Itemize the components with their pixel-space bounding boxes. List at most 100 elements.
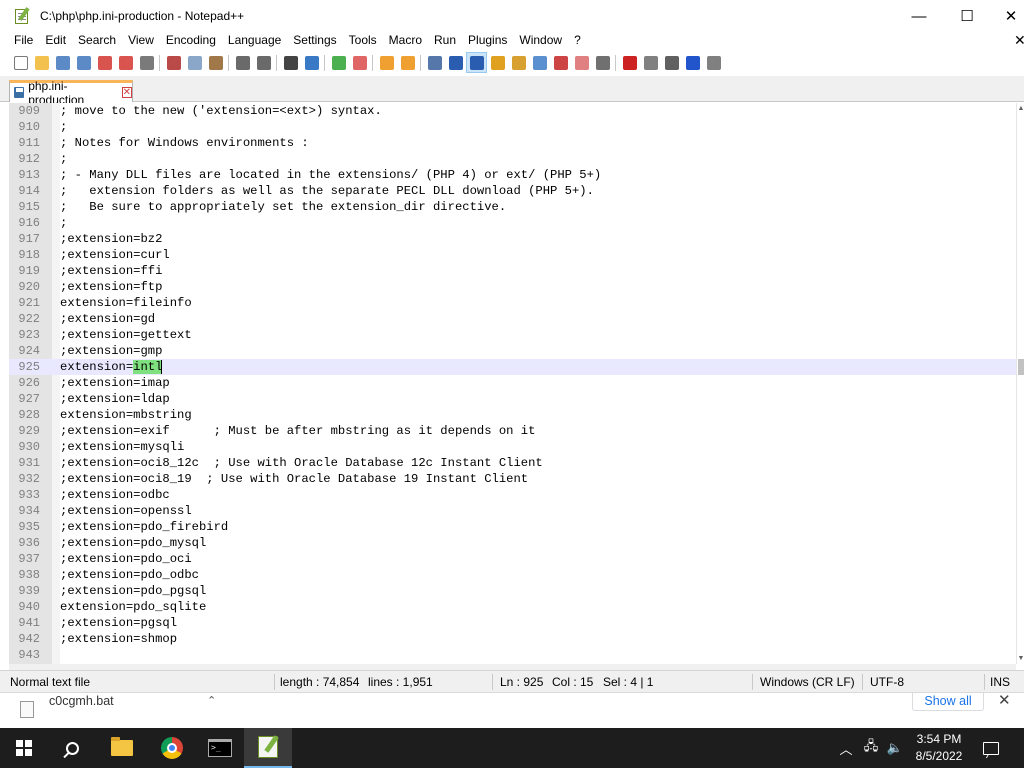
close-button[interactable]: ✕: [988, 0, 1024, 32]
editor-line[interactable]: 927 ;extension=ldap: [9, 391, 1016, 407]
network-icon[interactable]: 🖧: [860, 728, 882, 768]
editor-line[interactable]: 931 ;extension=oci8_12c ; Use with Oracle…: [9, 455, 1016, 471]
menu-plugins[interactable]: Plugins: [462, 31, 513, 50]
editor-line[interactable]: 930 ;extension=mysqli: [9, 439, 1016, 455]
editor-line[interactable]: 924 ;extension=gmp: [9, 343, 1016, 359]
editor-line[interactable]: 914 ; extension folders as well as the se…: [9, 183, 1016, 199]
menu-settings[interactable]: Settings: [287, 31, 342, 50]
editor-line[interactable]: 937 ;extension=pdo_oci: [9, 551, 1016, 567]
folder-as-workspace-button[interactable]: [571, 52, 592, 73]
menu-macro[interactable]: Macro: [383, 31, 428, 50]
clock[interactable]: 3:54 PM 8/5/2022: [908, 728, 970, 768]
save-all-button[interactable]: [73, 52, 94, 73]
menu-help[interactable]: ?: [568, 31, 587, 50]
indent-guide-button[interactable]: [466, 52, 487, 73]
word-wrap-button[interactable]: [424, 52, 445, 73]
editor-line[interactable]: 928 extension=mbstring: [9, 407, 1016, 423]
editor-line[interactable]: 938 ;extension=pdo_odbc: [9, 567, 1016, 583]
stop-macro-button[interactable]: [640, 52, 661, 73]
chevron-up-icon[interactable]: ⌃: [207, 693, 216, 709]
taskbar-file-explorer[interactable]: [98, 728, 146, 768]
paste-button[interactable]: [205, 52, 226, 73]
show-hidden-icons-button[interactable]: ︿: [836, 728, 856, 768]
close-file-button[interactable]: [94, 52, 115, 73]
play-multiple-macro-button[interactable]: [682, 52, 703, 73]
download-item-name[interactable]: c0cgmh.bat: [49, 693, 114, 709]
editor-line[interactable]: 910;: [9, 119, 1016, 135]
taskbar-chrome[interactable]: [148, 728, 196, 768]
text-editor[interactable]: 909 ; move to the new ('extension=<ext>) …: [9, 103, 1016, 664]
doc-list-button[interactable]: [529, 52, 550, 73]
replace-button[interactable]: [301, 52, 322, 73]
show-all-button[interactable]: Show all: [912, 693, 984, 711]
current-line[interactable]: 925 extension=intl: [9, 359, 1016, 375]
close-document-button[interactable]: ✕: [1014, 31, 1024, 50]
editor-line[interactable]: 941 ;extension=pgsql: [9, 615, 1016, 631]
editor-line[interactable]: 932 ;extension=oci8_19 ; Use with Oracle …: [9, 471, 1016, 487]
editor-line[interactable]: 929 ;extension=exif ; Must be after mbstr…: [9, 423, 1016, 439]
editor-line[interactable]: 942 ;extension=shmop: [9, 631, 1016, 647]
zoom-in-button[interactable]: [328, 52, 349, 73]
menu-tools[interactable]: Tools: [343, 31, 383, 50]
doc-map-button[interactable]: [508, 52, 529, 73]
scrollbar-thumb[interactable]: [1018, 359, 1024, 375]
menu-run[interactable]: Run: [428, 31, 462, 50]
menu-search[interactable]: Search: [72, 31, 122, 50]
user-defined-lang-button[interactable]: [487, 52, 508, 73]
sync-horizontal-button[interactable]: [397, 52, 418, 73]
close-all-button[interactable]: [115, 52, 136, 73]
redo-button[interactable]: [253, 52, 274, 73]
editor-line[interactable]: 918 ;extension=curl: [9, 247, 1016, 263]
editor-line[interactable]: 915 ; Be sure to appropriately set the ex…: [9, 199, 1016, 215]
editor-line[interactable]: 916;: [9, 215, 1016, 231]
open-file-button[interactable]: [31, 52, 52, 73]
taskbar-command-prompt[interactable]: >_: [196, 728, 244, 768]
editor-line[interactable]: 940 extension=pdo_sqlite: [9, 599, 1016, 615]
editor-line[interactable]: 933 ;extension=odbc: [9, 487, 1016, 503]
editor-line[interactable]: 939 ;extension=pdo_pgsql: [9, 583, 1016, 599]
editor-line[interactable]: 922 ;extension=gd: [9, 311, 1016, 327]
status-insert-mode[interactable]: INS: [990, 671, 1010, 693]
function-list-button[interactable]: [550, 52, 571, 73]
editor-line[interactable]: 935 ;extension=pdo_firebird: [9, 519, 1016, 535]
scroll-down-icon[interactable]: ▼: [1017, 655, 1024, 662]
editor-line[interactable]: 943: [9, 647, 1016, 663]
menu-language[interactable]: Language: [222, 31, 287, 50]
minimize-button[interactable]: —: [896, 0, 942, 32]
editor-line[interactable]: 921 extension=fileinfo: [9, 295, 1016, 311]
menu-file[interactable]: File: [8, 31, 39, 50]
print-button[interactable]: [136, 52, 157, 73]
editor-line[interactable]: 936 ;extension=pdo_mysql: [9, 535, 1016, 551]
vertical-scrollbar[interactable]: ▲ ▼: [1016, 103, 1024, 664]
menu-encoding[interactable]: Encoding: [160, 31, 222, 50]
notification-center-button[interactable]: [980, 728, 1002, 768]
editor-line[interactable]: 911 ; Notes for Windows environments :: [9, 135, 1016, 151]
status-encoding[interactable]: UTF-8: [870, 671, 904, 693]
start-button[interactable]: [0, 728, 48, 768]
tab-php-ini-production[interactable]: php.ini-production ✕: [9, 79, 133, 107]
editor-line[interactable]: 913 ; - Many DLL files are located in the…: [9, 167, 1016, 183]
save-macro-button[interactable]: [703, 52, 724, 73]
editor-line[interactable]: 909 ; move to the new ('extension=<ext>) …: [9, 103, 1016, 119]
scroll-up-icon[interactable]: ▲: [1017, 105, 1024, 112]
status-eol[interactable]: Windows (CR LF): [760, 671, 855, 693]
editor-line[interactable]: 919 ;extension=ffi: [9, 263, 1016, 279]
editor-line[interactable]: 926 ;extension=imap: [9, 375, 1016, 391]
sync-vertical-button[interactable]: [376, 52, 397, 73]
editor-line[interactable]: 923 ;extension=gettext: [9, 327, 1016, 343]
record-macro-button[interactable]: [619, 52, 640, 73]
tab-close-icon[interactable]: ✕: [121, 87, 132, 98]
undo-button[interactable]: [232, 52, 253, 73]
editor-line[interactable]: 917 ;extension=bz2: [9, 231, 1016, 247]
monitoring-button[interactable]: [592, 52, 613, 73]
play-macro-button[interactable]: [661, 52, 682, 73]
menu-view[interactable]: View: [122, 31, 160, 50]
save-button[interactable]: [52, 52, 73, 73]
copy-button[interactable]: [184, 52, 205, 73]
search-button[interactable]: [48, 728, 96, 768]
menu-edit[interactable]: Edit: [39, 31, 72, 50]
close-download-bar-button[interactable]: ✕: [998, 693, 1011, 709]
taskbar-notepad-plus-plus[interactable]: [244, 728, 292, 768]
editor-line[interactable]: 912;: [9, 151, 1016, 167]
cut-button[interactable]: [163, 52, 184, 73]
